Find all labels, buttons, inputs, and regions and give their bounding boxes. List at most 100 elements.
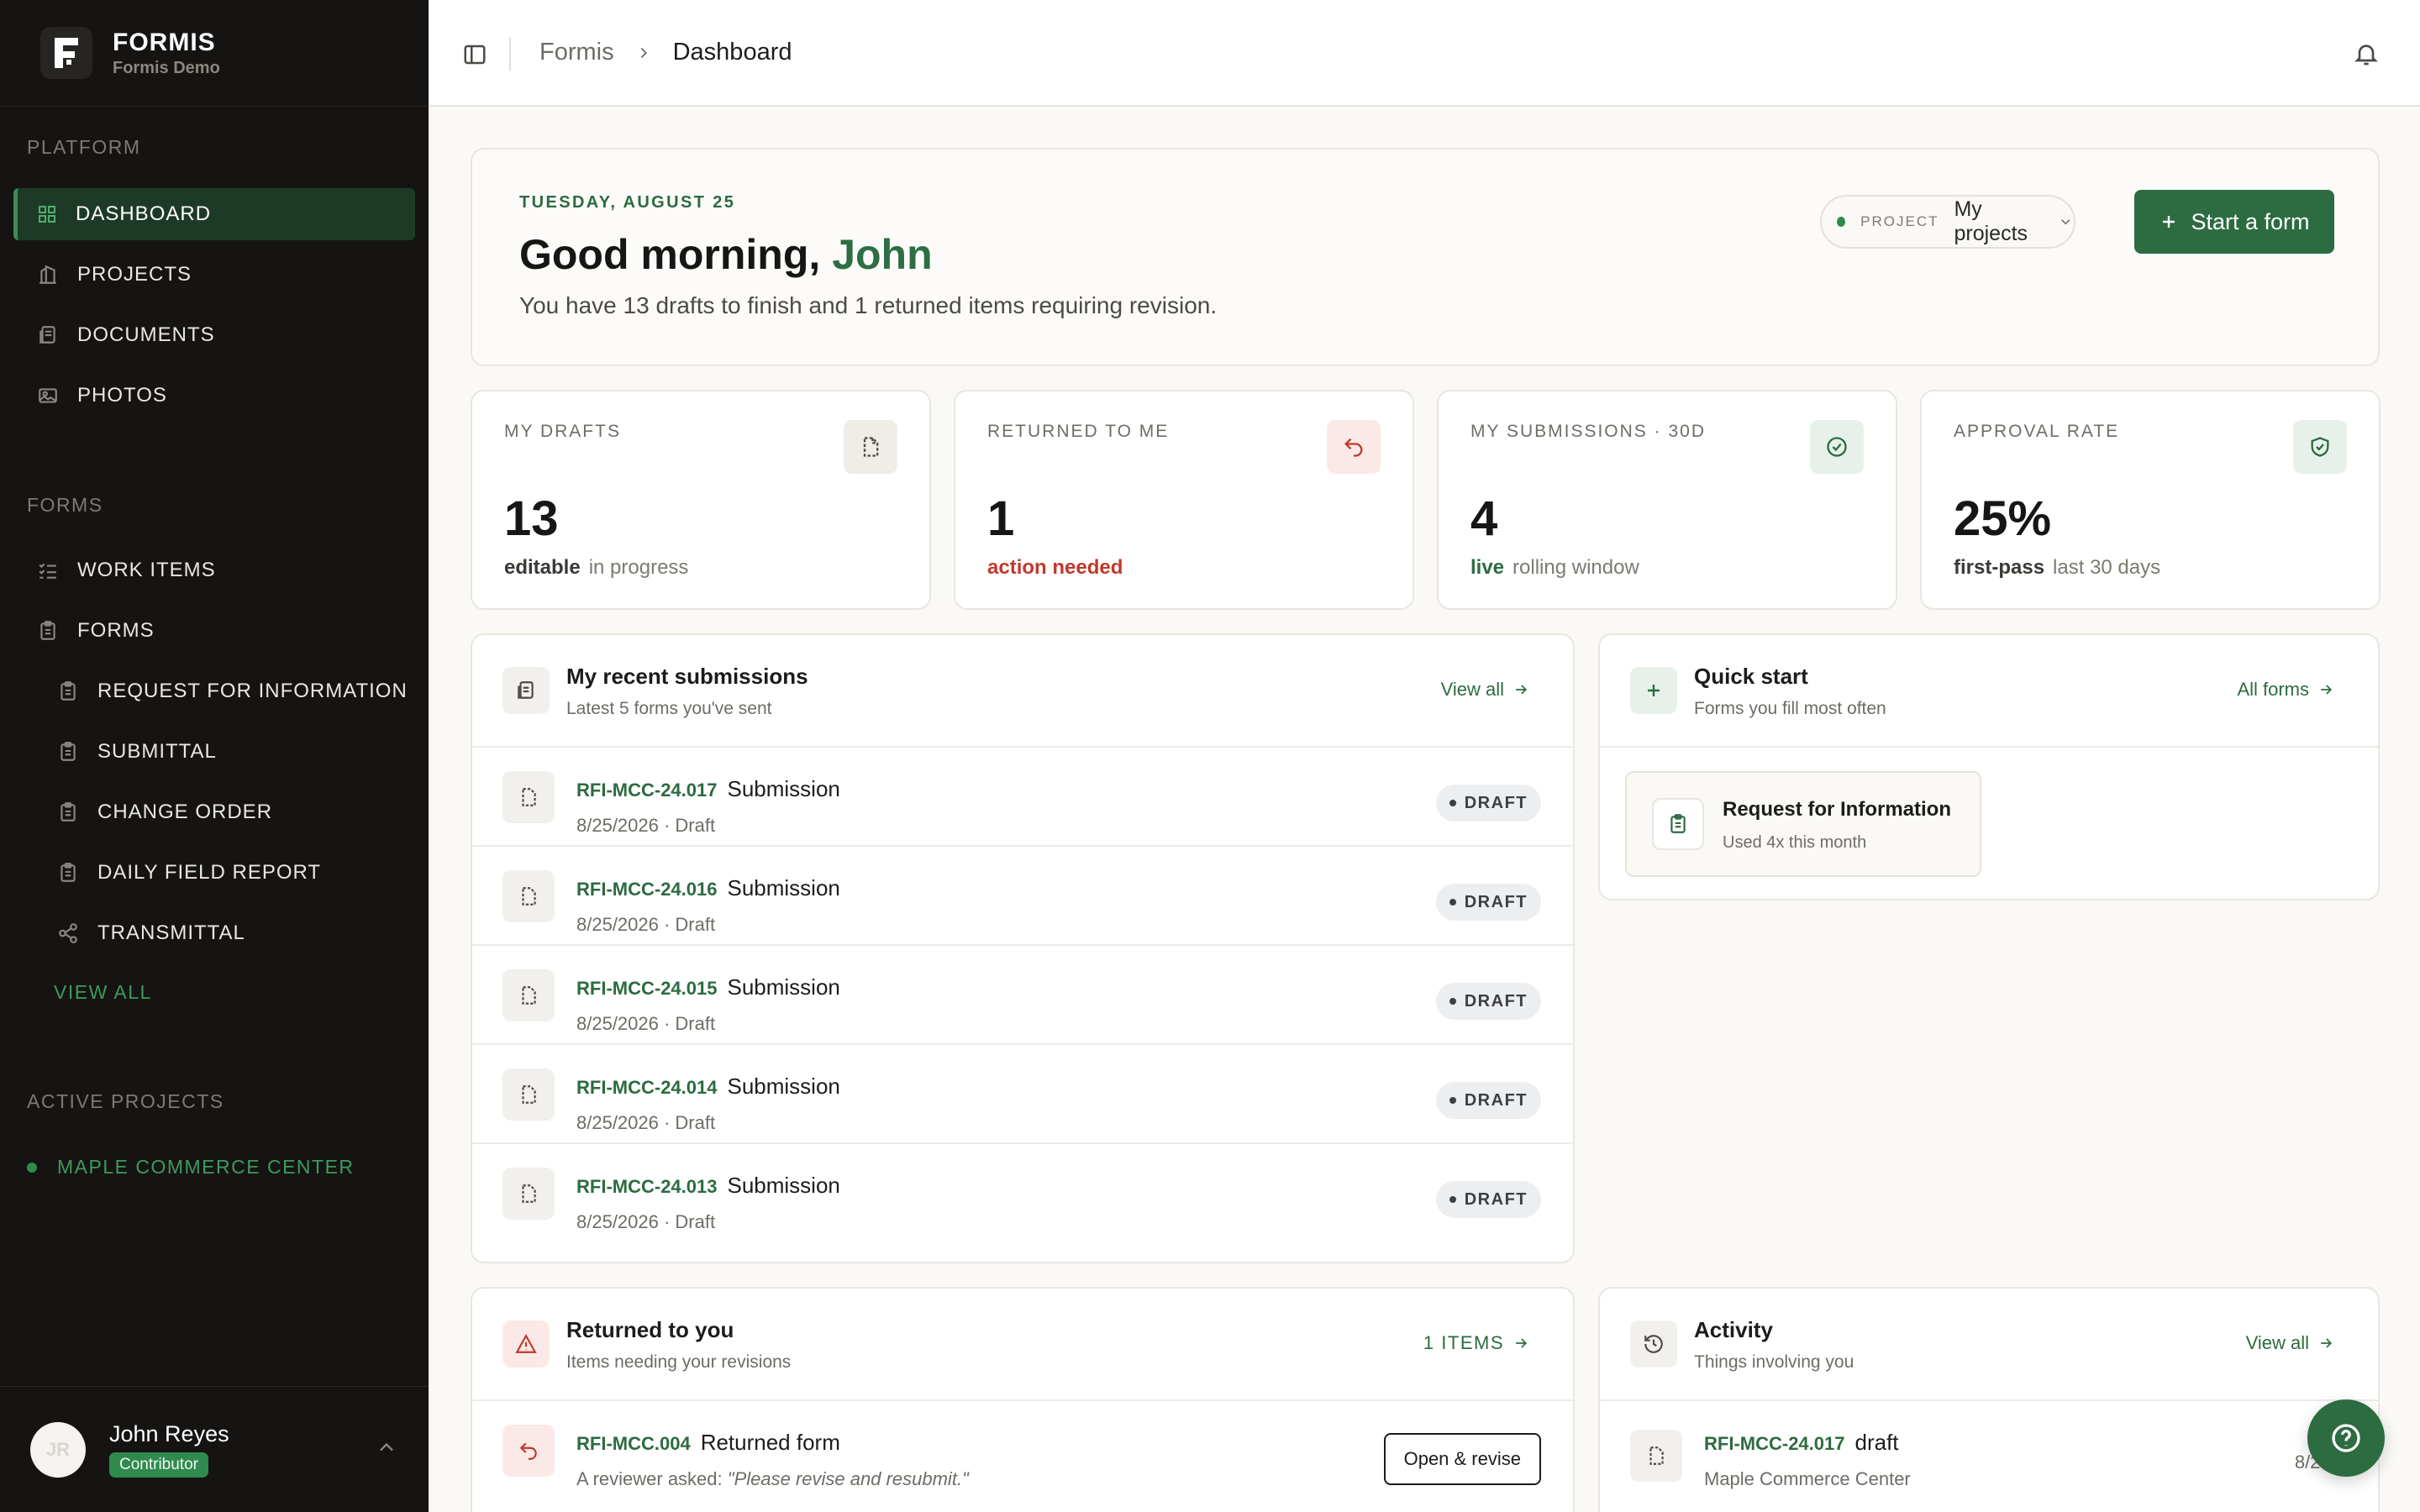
table-row[interactable]: RFI-MCC.004 Returned form A reviewer aske… — [472, 1401, 1573, 1510]
grid-icon — [39, 206, 55, 223]
draft-file-icon — [502, 969, 555, 1021]
brand-subtitle: Formis Demo — [113, 58, 220, 77]
stat-card-my-submissions[interactable]: MY SUBMISSIONS · 30D 4 live rolling windo… — [1437, 390, 1897, 610]
stat-value: 1 — [987, 491, 1015, 546]
sidebar-view-all-link[interactable]: VIEW ALL — [54, 981, 152, 1004]
view-all-activity-link[interactable]: View all — [2246, 1332, 2334, 1354]
project-selector[interactable]: PROJECT My projects — [1820, 195, 2075, 249]
clipboard-icon — [60, 802, 76, 822]
brand[interactable]: FORMIS Formis Demo — [0, 0, 429, 107]
sidebar-item-label: WORK ITEMS — [77, 559, 216, 581]
greeting-user-name: John — [832, 231, 933, 278]
status-badge: DRAFT — [1435, 983, 1541, 1020]
activity-code-text: RFI-MCC-24.017 — [1704, 1433, 1845, 1454]
table-row[interactable]: RFI-MCC-24.016 Submission 8/25/2026 · Dra… — [472, 847, 1573, 946]
panel-header: Quick start Forms you fill most often Al… — [1600, 635, 2378, 748]
stat-card-returned-to-me[interactable]: RETURNED TO ME 1 action needed — [954, 390, 1414, 610]
list-check-icon — [39, 563, 56, 579]
status-dot — [1449, 1097, 1456, 1104]
form-code-text: RFI-MCC-24.014 — [576, 1077, 718, 1098]
status-badge: DRAFT — [1435, 785, 1541, 822]
sidebar-item-documents[interactable]: DOCUMENTS — [13, 309, 415, 361]
chevron-down-icon — [2061, 219, 2070, 225]
link-label: All forms — [2237, 679, 2309, 700]
form-code-text: RFI-MCC-24.015 — [576, 978, 718, 999]
forms-section-label: FORMS — [27, 494, 103, 516]
brand-name: FORMIS — [113, 28, 216, 56]
open-and-revise-button[interactable]: Open & revise — [1383, 1433, 1541, 1485]
sidebar-project-maple-commerce-center[interactable]: MAPLE COMMERCE CENTER — [27, 1156, 355, 1179]
breadcrumb: Formis Dashboard — [539, 39, 792, 66]
project-status-dot — [1837, 217, 1846, 227]
sidebar-item-transmittal[interactable]: TRANSMITTAL — [13, 907, 415, 959]
sidebar-item-label: DOCUMENTS — [77, 323, 215, 346]
sidebar-item-daily-field-report[interactable]: DAILY FIELD REPORT — [13, 847, 415, 899]
user-name: John Reyes — [109, 1421, 229, 1446]
sidebar-item-label: DAILY FIELD REPORT — [97, 861, 322, 884]
form-meta: 8/25/2026 · Draft — [576, 1211, 716, 1232]
sidebar-item-change-order[interactable]: CHANGE ORDER — [13, 786, 415, 838]
stat-footnote: first-pass last 30 days — [1954, 556, 2160, 580]
chevron-up-icon[interactable] — [375, 1436, 398, 1459]
recent-submissions-panel: My recent submissions Latest 5 forms you… — [471, 633, 1575, 1263]
status-text: DRAFT — [1464, 1090, 1528, 1110]
status-text: DRAFT — [1464, 793, 1528, 812]
clipboard-icon — [60, 681, 76, 701]
quick-start-panel: Quick start Forms you fill most often Al… — [1598, 633, 2380, 900]
draft-file-icon — [502, 870, 555, 922]
table-row[interactable]: RFI-MCC-24.017 Submission 8/25/2026 · Dra… — [472, 748, 1573, 847]
notifications-bell-icon[interactable] — [2353, 40, 2380, 67]
platform-section-label: PLATFORM — [27, 136, 141, 158]
form-code: RFI-MCC-24.016 Submission — [576, 875, 840, 901]
sidebar-item-photos[interactable]: PHOTOS — [13, 370, 415, 422]
quick-start-request-for-information[interactable]: Request for Information Used 4x this mon… — [1625, 771, 1981, 877]
reviewer-prefix: A reviewer asked: — [576, 1468, 723, 1489]
link-label: 1 ITEMS — [1423, 1332, 1504, 1353]
panel-title: My recent submissions — [566, 664, 808, 689]
arrow-right-icon — [2321, 1338, 2333, 1348]
form-code: RFI-MCC-24.015 Submission — [576, 974, 840, 1000]
greeting-text: Good morning, — [519, 231, 821, 278]
sidebar-item-submittal[interactable]: SUBMITTAL — [13, 726, 415, 778]
history-icon — [1630, 1320, 1677, 1368]
start-form-label: Start a form — [2191, 208, 2310, 234]
sidebar-item-forms[interactable]: FORMS — [13, 605, 415, 657]
table-row[interactable]: RFI-MCC-24.015 Submission 8/25/2026 · Dra… — [472, 946, 1573, 1045]
sidebar-item-label: REQUEST FOR INFORMATION — [97, 680, 408, 702]
topbar: Formis Dashboard — [429, 0, 2420, 107]
welcome-card: TUESDAY, AUGUST 25 Good morning, John Yo… — [471, 148, 2380, 366]
returned-items-link[interactable]: 1 ITEMS — [1423, 1332, 1529, 1354]
panel-title: Quick start — [1694, 664, 1808, 689]
sidebar-item-dashboard[interactable]: DASHBOARD — [13, 188, 415, 240]
all-forms-link[interactable]: All forms — [2237, 679, 2334, 701]
breadcrumb-current: Dashboard — [672, 39, 792, 66]
stat-card-my-drafts[interactable]: MY DRAFTS 13 editable in progress — [471, 390, 931, 610]
table-row[interactable]: RFI-MCC-24.014 Submission 8/25/2026 · Dra… — [472, 1045, 1573, 1144]
stat-label: APPROVAL RATE — [1954, 422, 2120, 441]
quick-start-usage: Used 4x this month — [1723, 833, 1867, 852]
list-item[interactable]: RFI-MCC-24.017 draft Maple Commerce Cente… — [1600, 1401, 2378, 1510]
clipboard-icon — [1652, 798, 1704, 850]
stat-value: 13 — [504, 491, 559, 546]
user-menu[interactable]: JR John Reyes Contributor — [0, 1386, 429, 1512]
help-button[interactable] — [2307, 1399, 2385, 1477]
panel-header: Returned to you Items needing your revis… — [472, 1289, 1573, 1401]
plus-icon — [2163, 216, 2175, 228]
status-dot — [1449, 800, 1456, 806]
share-icon — [59, 923, 77, 943]
stat-value: 4 — [1470, 491, 1498, 546]
view-all-submissions-link[interactable]: View all — [1441, 679, 1529, 701]
quick-start-title: Request for Information — [1723, 798, 1952, 821]
warning-triangle-icon — [502, 1320, 550, 1368]
table-row[interactable]: RFI-MCC-24.013 Submission 8/25/2026 · Dra… — [472, 1144, 1573, 1243]
sidebar-toggle-icon[interactable] — [462, 42, 487, 67]
sidebar-item-label: CHANGE ORDER — [97, 801, 273, 823]
form-title: Submission — [727, 875, 840, 900]
status-dot — [1449, 899, 1456, 906]
sidebar-item-work-items[interactable]: WORK ITEMS — [13, 544, 415, 596]
sidebar-item-request-for-information[interactable]: REQUEST FOR INFORMATION — [13, 665, 415, 717]
stat-card-approval-rate[interactable]: APPROVAL RATE 25% first-pass last 30 days — [1920, 390, 2381, 610]
start-form-button[interactable]: Start a form — [2134, 190, 2334, 254]
breadcrumb-root[interactable]: Formis — [539, 39, 614, 66]
sidebar-item-projects[interactable]: PROJECTS — [13, 249, 415, 301]
